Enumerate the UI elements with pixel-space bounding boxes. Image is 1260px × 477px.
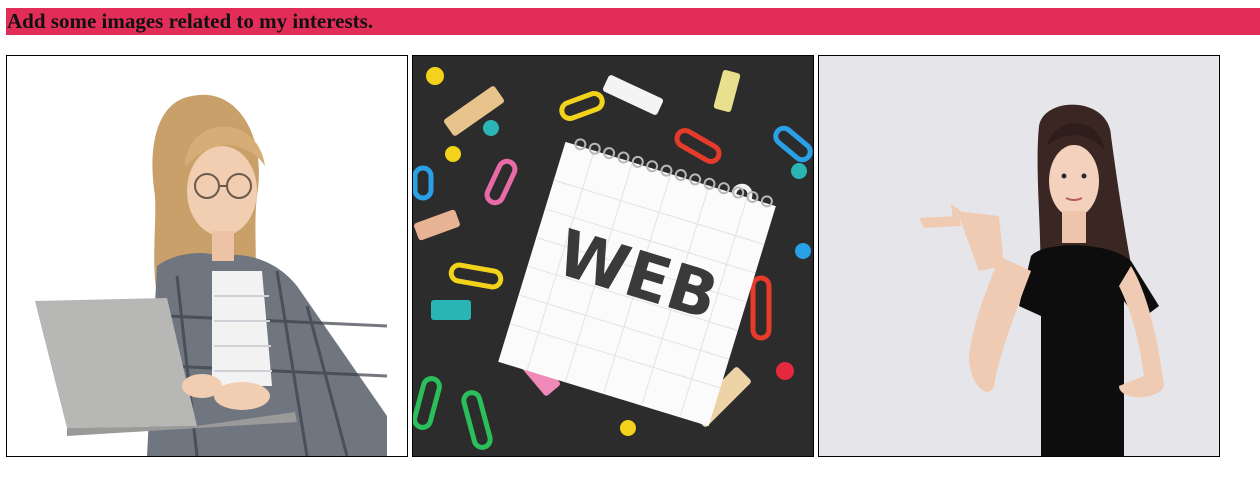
web-notepad-photo: WEB <box>413 56 813 456</box>
gallery-image-woman-pointing <box>818 55 1220 457</box>
gallery-image-web-notepad: WEB <box>412 55 814 457</box>
page-title: Add some images related to my interests. <box>7 9 374 33</box>
woman-pointing-photo <box>819 56 1219 456</box>
woman-with-laptop-photo <box>7 56 407 456</box>
gallery-image-woman-laptop <box>6 55 408 457</box>
header-banner: Add some images related to my interests. <box>6 8 1260 35</box>
